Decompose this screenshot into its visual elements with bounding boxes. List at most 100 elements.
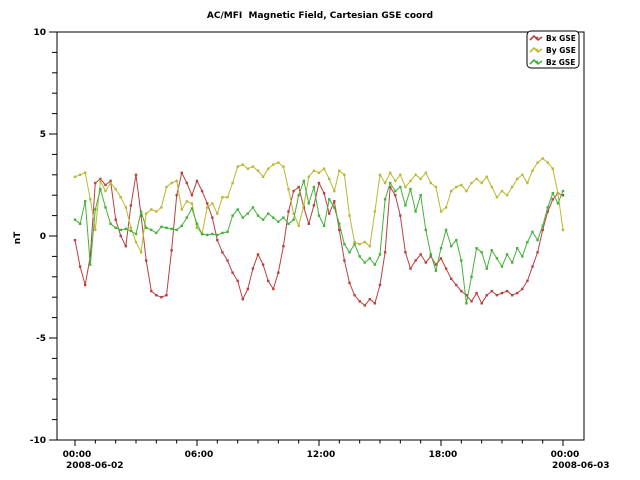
data-point-marker <box>455 239 457 241</box>
x-end-date-label: 2008-06-03 <box>552 461 610 471</box>
data-point-marker <box>409 188 411 190</box>
data-point-marker <box>308 223 310 225</box>
data-point-marker <box>165 294 167 296</box>
data-point-marker <box>79 174 81 176</box>
series-bx-gse <box>74 172 564 307</box>
data-point-marker <box>547 206 549 208</box>
data-point-marker <box>491 186 493 188</box>
data-point-marker <box>231 272 233 274</box>
data-point-marker <box>150 229 152 231</box>
data-point-marker <box>394 180 396 182</box>
data-point-marker <box>181 225 183 227</box>
data-point-marker <box>465 190 467 192</box>
data-point-marker <box>475 292 477 294</box>
data-point-marker <box>435 186 437 188</box>
data-point-marker <box>94 229 96 231</box>
data-point-marker <box>531 265 533 267</box>
data-point-marker <box>150 290 152 292</box>
data-point-marker <box>257 253 259 255</box>
data-point-marker <box>308 202 310 204</box>
data-point-marker <box>374 302 376 304</box>
data-point-marker <box>267 280 269 282</box>
data-point-marker <box>130 204 132 206</box>
data-point-marker <box>318 214 320 216</box>
data-point-marker <box>516 247 518 249</box>
data-point-marker <box>186 216 188 218</box>
legend-box: Bx GSEBy GSEBz GSE <box>527 31 579 68</box>
data-point-marker <box>150 208 152 210</box>
x-start-date-label: 2008-06-02 <box>66 461 124 471</box>
data-point-marker <box>120 235 122 237</box>
data-point-marker <box>247 168 249 170</box>
data-point-marker <box>465 302 467 304</box>
data-point-marker <box>455 284 457 286</box>
data-point-marker <box>89 263 91 265</box>
data-point-marker <box>475 247 477 249</box>
data-point-marker <box>323 192 325 194</box>
data-point-marker <box>303 204 305 206</box>
data-point-marker <box>552 198 554 200</box>
data-point-marker <box>562 229 564 231</box>
data-point-marker <box>176 229 178 231</box>
data-point-marker <box>282 165 284 167</box>
data-point-marker <box>84 172 86 174</box>
data-point-marker <box>420 194 422 196</box>
data-point-marker <box>353 294 355 296</box>
data-point-marker <box>267 168 269 170</box>
data-point-marker <box>104 184 106 186</box>
data-point-marker <box>409 267 411 269</box>
data-point-marker <box>206 202 208 204</box>
data-point-marker <box>379 174 381 176</box>
data-point-marker <box>109 182 111 184</box>
data-point-marker <box>120 196 122 198</box>
data-point-marker <box>374 210 376 212</box>
data-point-marker <box>303 180 305 182</box>
data-point-marker <box>552 192 554 194</box>
data-point-marker <box>252 267 254 269</box>
data-point-marker <box>282 245 284 247</box>
data-point-marker <box>125 206 127 208</box>
data-point-marker <box>313 204 315 206</box>
data-point-marker <box>328 212 330 214</box>
data-point-marker <box>435 270 437 272</box>
data-point-marker <box>191 207 193 209</box>
data-point-marker <box>79 265 81 267</box>
data-point-marker <box>237 165 239 167</box>
data-point-marker <box>170 228 172 230</box>
data-point-marker <box>262 263 264 265</box>
data-point-marker <box>196 180 198 182</box>
data-point-marker <box>323 168 325 170</box>
data-point-marker <box>145 227 147 229</box>
data-point-marker <box>328 198 330 200</box>
data-point-marker <box>287 210 289 212</box>
data-point-marker <box>491 290 493 292</box>
data-point-marker <box>94 182 96 184</box>
data-point-marker <box>237 208 239 210</box>
x-tick-label: 12:00 <box>307 450 336 460</box>
data-point-marker <box>420 253 422 255</box>
data-point-marker <box>414 259 416 261</box>
data-point-marker <box>94 208 96 210</box>
data-point-marker <box>557 192 559 194</box>
data-point-marker <box>287 223 289 225</box>
data-point-marker <box>440 247 442 249</box>
data-point-marker <box>84 200 86 202</box>
data-point-marker <box>89 198 91 200</box>
data-point-marker <box>323 225 325 227</box>
data-point-marker <box>516 178 518 180</box>
data-point-marker <box>496 294 498 296</box>
data-point-marker <box>165 186 167 188</box>
data-point-marker <box>364 241 366 243</box>
legend-label: By GSE <box>546 46 576 55</box>
data-point-marker <box>160 296 162 298</box>
data-point-marker <box>496 196 498 198</box>
data-point-marker <box>242 163 244 165</box>
data-point-marker <box>521 288 523 290</box>
data-point-marker <box>231 214 233 216</box>
data-point-marker <box>211 216 213 218</box>
data-point-marker <box>343 174 345 176</box>
data-point-marker <box>536 251 538 253</box>
data-point-marker <box>181 172 183 174</box>
y-tick-label: 0 <box>40 232 46 242</box>
data-point-marker <box>160 226 162 228</box>
